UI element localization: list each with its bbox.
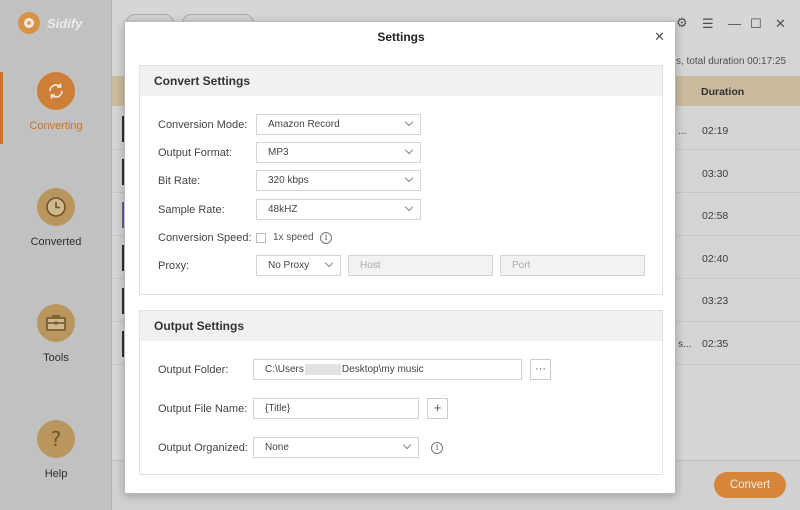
redacted-username: [304, 363, 341, 375]
field-label: Output File Name:: [158, 403, 248, 415]
output-file-name-row: Output File Name: {Title} +: [140, 398, 664, 420]
select-value: 320 kbps: [268, 175, 309, 186]
folder-path-suffix: Desktop\my music: [341, 364, 424, 375]
close-icon[interactable]: ✕: [654, 29, 665, 45]
chevron-down-icon: [404, 202, 414, 212]
conversion-mode-select[interactable]: Amazon Record: [256, 114, 421, 135]
conversion-mode-row: Conversion Mode: Amazon Record: [140, 114, 664, 136]
field-label: Sample Rate:: [158, 204, 225, 216]
add-tag-button[interactable]: +: [427, 398, 448, 419]
field-label: Conversion Mode:: [158, 119, 248, 131]
speed-option-label: 1x speed: [273, 232, 314, 243]
sample-rate-row: Sample Rate: 48kHZ: [140, 199, 664, 221]
field-label: Proxy:: [158, 260, 190, 272]
output-folder-row: Output Folder: C:\Users Desktop\my music …: [140, 359, 664, 381]
select-value: 48kHZ: [268, 204, 298, 215]
output-format-row: Output Format: MP3: [140, 142, 664, 164]
output-format-select[interactable]: MP3: [256, 142, 421, 163]
output-organized-select[interactable]: None: [253, 437, 419, 458]
field-label: Output Organized:: [158, 442, 248, 454]
field-label: Output Format:: [158, 147, 232, 159]
proxy-port-input[interactable]: Port: [500, 255, 645, 276]
sample-rate-select[interactable]: 48kHZ: [256, 199, 421, 220]
output-organized-row: Output Organized: None i: [140, 437, 664, 459]
output-folder-input[interactable]: C:\Users Desktop\my music: [253, 359, 522, 380]
bit-rate-select[interactable]: 320 kbps: [256, 170, 421, 191]
field-label: Output Folder:: [158, 364, 229, 376]
section-heading: Output Settings: [140, 311, 662, 341]
output-file-name-input[interactable]: {Title}: [253, 398, 419, 419]
chevron-down-icon: [402, 440, 412, 450]
select-value: MP3: [268, 147, 289, 158]
speed-checkbox[interactable]: [256, 233, 266, 243]
chevron-down-icon: [404, 145, 414, 155]
section-heading: Convert Settings: [140, 66, 662, 96]
proxy-row: Proxy: No Proxy Host Port: [140, 255, 664, 277]
info-icon[interactable]: i: [431, 442, 443, 454]
info-icon[interactable]: i: [320, 232, 332, 244]
chevron-down-icon: [324, 258, 334, 268]
proxy-select[interactable]: No Proxy: [256, 255, 341, 276]
select-value: None: [265, 442, 289, 453]
convert-settings-section: Convert Settings Conversion Mode: Amazon…: [139, 65, 663, 295]
chevron-down-icon: [404, 173, 414, 183]
proxy-host-input[interactable]: Host: [348, 255, 493, 276]
chevron-down-icon: [404, 117, 414, 127]
field-label: Conversion Speed:: [158, 232, 252, 244]
dialog-title: Settings: [377, 30, 425, 44]
select-value: Amazon Record: [268, 119, 340, 130]
folder-path-prefix: C:\Users: [265, 364, 304, 375]
conversion-speed-row: Conversion Speed: 1x speed i: [140, 227, 664, 249]
settings-dialog: Settings ✕ Convert Settings Conversion M…: [124, 21, 676, 494]
browse-folder-button[interactable]: ···: [530, 359, 551, 380]
select-value: No Proxy: [268, 260, 310, 271]
field-label: Bit Rate:: [158, 175, 201, 187]
bit-rate-row: Bit Rate: 320 kbps: [140, 170, 664, 192]
output-settings-section: Output Settings Output Folder: C:\Users D…: [139, 310, 663, 475]
